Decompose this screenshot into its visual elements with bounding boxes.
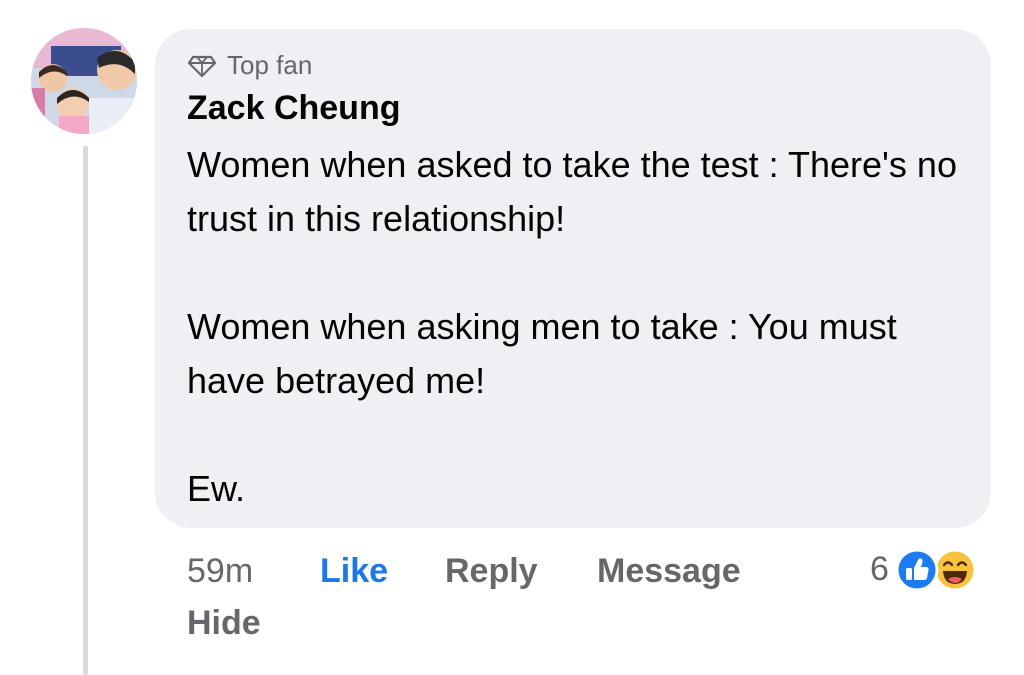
comment-paragraph: Ew. xyxy=(187,468,246,509)
reply-button[interactable]: Reply xyxy=(445,546,538,596)
reaction-count: 6 xyxy=(870,550,889,588)
like-button[interactable]: Like xyxy=(320,546,388,596)
comment-paragraph: Women when asked to take the test : Ther… xyxy=(187,144,957,239)
comment-body: Women when asked to take the test : Ther… xyxy=(187,138,967,516)
avatar-photo xyxy=(31,28,137,134)
haha-reaction-icon xyxy=(933,548,977,592)
hide-button[interactable]: Hide xyxy=(187,598,261,648)
avatar[interactable] xyxy=(31,28,137,134)
reactions-summary[interactable]: 6 xyxy=(870,544,983,594)
thread-line xyxy=(83,146,88,675)
comment-thread: Top fan Zack Cheung Women when asked to … xyxy=(0,0,1024,675)
comment-paragraph: Women when asking men to take : You must… xyxy=(187,306,897,401)
timestamp[interactable]: 59m xyxy=(187,546,253,596)
like-reaction-icon xyxy=(895,548,939,592)
badge-label: Top fan xyxy=(227,50,313,80)
message-button[interactable]: Message xyxy=(597,546,741,596)
reaction-icons xyxy=(895,546,983,592)
top-fan-badge: Top fan xyxy=(187,48,312,82)
diamond-icon xyxy=(187,55,217,78)
author-name[interactable]: Zack Cheung xyxy=(187,86,400,130)
